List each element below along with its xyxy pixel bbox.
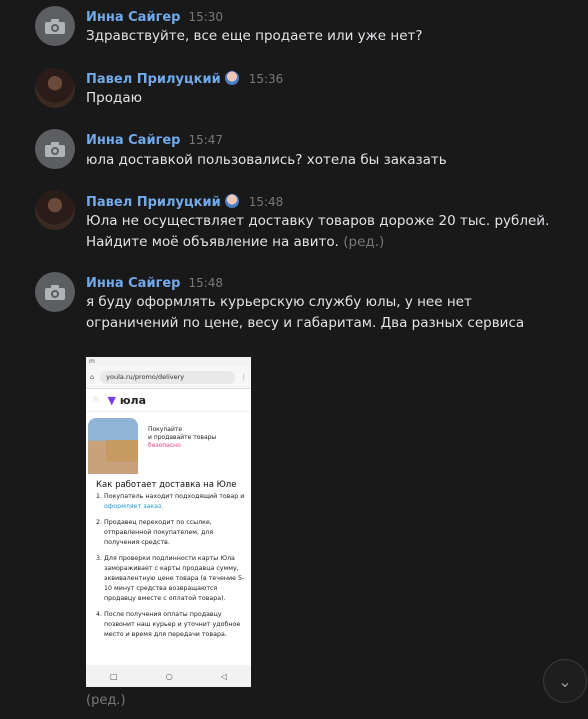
- message-time: 15:48: [188, 276, 224, 290]
- back-icon: ◁: [220, 671, 227, 681]
- steps-list: Покупатель находит подходящий товар и оф…: [86, 492, 251, 640]
- text-line: Продаю: [86, 90, 142, 106]
- box-image: [106, 440, 138, 462]
- message-text: Здравствуйте, все еще продаете или уже н…: [86, 26, 423, 47]
- avatar[interactable]: [35, 129, 75, 169]
- avatar[interactable]: [35, 6, 75, 46]
- chevron-down-icon: ⌄: [558, 671, 572, 691]
- author-name[interactable]: Инна Сайгер: [86, 276, 180, 291]
- browser-bar: ⌂ youla.ru/promo/delivery ⋮: [86, 366, 251, 389]
- camera-icon: [45, 284, 65, 300]
- site-logo: ▼ юла: [107, 393, 147, 407]
- emoji-badge-icon: [224, 194, 239, 208]
- avatar[interactable]: [35, 272, 75, 312]
- message-text: Юла не осуществляет доставку товаров дор…: [86, 211, 549, 253]
- home-button-icon: ○: [165, 671, 173, 681]
- message-text: я буду оформлять курьерскую службу юлы, …: [86, 292, 524, 334]
- camera-icon: [45, 141, 65, 157]
- hero-text: Покупайте и продавайте товары безопасно: [148, 426, 217, 449]
- attached-image[interactable]: m ⌂ youla.ru/promo/delivery ⋮ ≡ ▼ юла По…: [86, 357, 251, 687]
- home-icon: ⌂: [90, 373, 95, 381]
- url-field: youla.ru/promo/delivery: [100, 370, 235, 384]
- hero-banner: Покупайте и продавайте товары безопасно: [86, 412, 251, 474]
- text-line: я буду оформлять курьерскую службу юлы, …: [86, 294, 472, 310]
- author-name[interactable]: Павел Прилуцкий: [86, 195, 221, 210]
- message-text: Продаю: [86, 88, 142, 109]
- hamburger-icon: ≡: [92, 395, 100, 405]
- text-line: Здравствуйте, все еще продаете или уже н…: [86, 28, 423, 44]
- message-header: Павел Прилуцкий 15:36: [86, 71, 283, 87]
- scroll-down-button[interactable]: ⌄: [543, 659, 587, 703]
- camera-icon: [45, 18, 65, 34]
- message-header: Павел Прилуцкий 15:48: [86, 194, 283, 210]
- avatar[interactable]: [35, 68, 75, 108]
- author-name[interactable]: Инна Сайгер: [86, 10, 180, 25]
- message-text: юла доставкой пользовались? хотела бы за…: [86, 150, 447, 171]
- author-name[interactable]: Павел Прилуцкий: [86, 72, 221, 87]
- message-header: Инна Сайгер 15:48: [86, 276, 223, 291]
- message-time: 15:30: [188, 10, 224, 24]
- text-line: Юла не осуществляет доставку товаров дор…: [86, 213, 550, 229]
- message-header: Инна Сайгер 15:47: [86, 133, 223, 148]
- menu-dots-icon: ⋮: [240, 373, 248, 381]
- status-bar: m: [86, 357, 251, 366]
- message-header: Инна Сайгер 15:30: [86, 10, 223, 25]
- android-nav-bar: □ ○ ◁: [86, 665, 251, 687]
- site-header: ≡ ▼ юла: [86, 389, 251, 412]
- edited-label: (ред.): [86, 693, 126, 708]
- recent-apps-icon: □: [110, 671, 118, 681]
- how-title: Как работает доставка на Юле: [96, 480, 237, 490]
- message-time: 15:36: [248, 72, 284, 86]
- emoji-badge-icon: [224, 71, 239, 85]
- text-line: ограничений по цене, весу и габаритам. Д…: [86, 315, 525, 331]
- message-time: 15:48: [248, 195, 284, 209]
- edited-label: (ред.): [343, 234, 385, 250]
- avatar[interactable]: [35, 190, 75, 230]
- text-line: Найдите моё объявление на авито.: [86, 234, 339, 250]
- text-line: юла доставкой пользовались? хотела бы за…: [86, 152, 447, 168]
- message-time: 15:47: [188, 133, 224, 147]
- author-name[interactable]: Инна Сайгер: [86, 133, 180, 148]
